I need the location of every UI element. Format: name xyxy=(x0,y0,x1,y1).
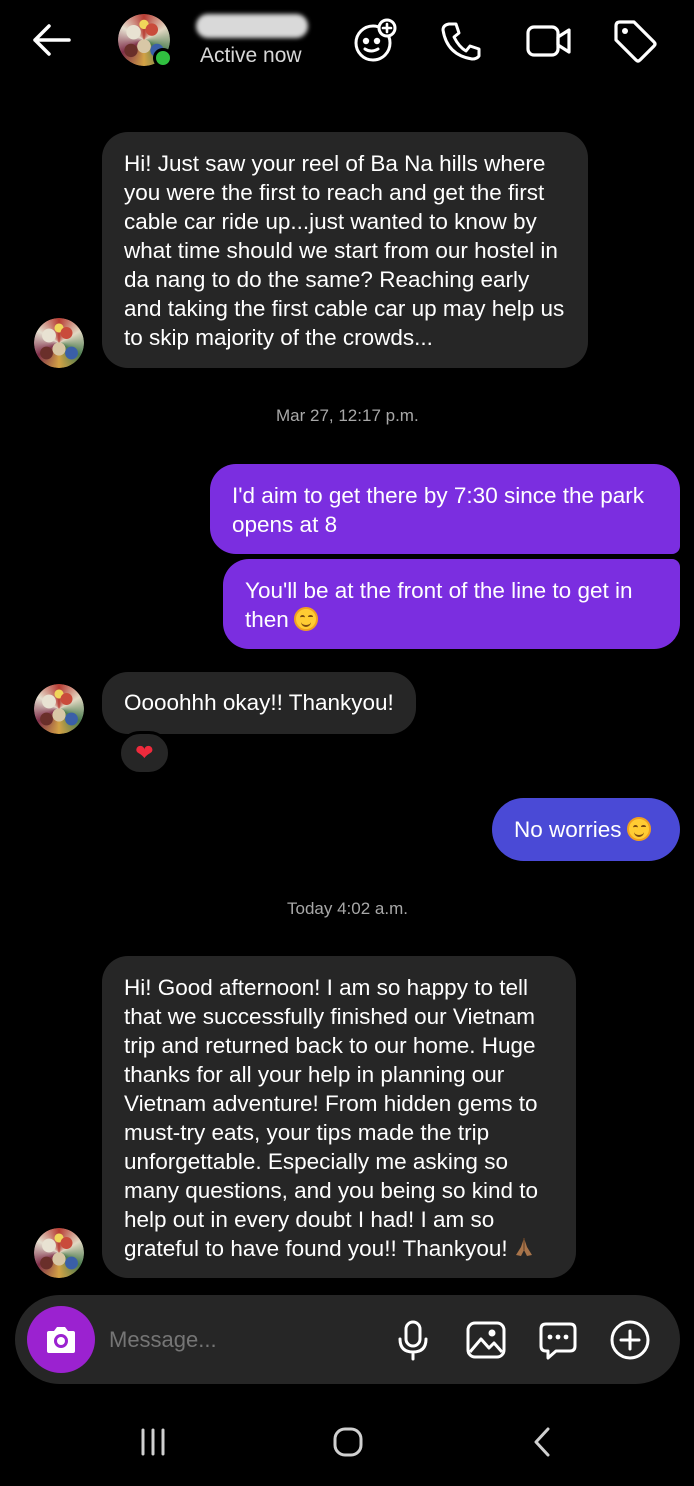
camera-icon xyxy=(47,1326,75,1353)
incoming-message[interactable]: Oooohhh okay!! Thankyou! xyxy=(102,672,416,734)
active-status: Active now xyxy=(200,44,302,67)
chat-screen: Active now Hi! Just saw your reel of Ba … xyxy=(0,0,694,1486)
system-navigation-bar xyxy=(0,1396,694,1486)
outgoing-message[interactable]: I'd aim to get there by 7:30 since the p… xyxy=(210,464,680,554)
message-text: Hi! Just saw your reel of Ba Na hills wh… xyxy=(124,151,565,350)
gallery-button[interactable] xyxy=(463,1317,509,1363)
system-back-button[interactable] xyxy=(512,1420,572,1464)
back-button[interactable] xyxy=(26,18,76,62)
gallery-icon xyxy=(466,1321,506,1359)
message-text: Hi! Good afternoon! I am so happy to tel… xyxy=(124,975,539,1261)
timestamp: Mar 27, 12:17 p.m. xyxy=(276,406,419,425)
recent-apps-button[interactable] xyxy=(123,1420,183,1464)
effects-button[interactable] xyxy=(350,16,400,66)
phone-icon xyxy=(441,22,481,61)
message-composer xyxy=(15,1295,680,1384)
microphone-icon xyxy=(398,1320,428,1361)
message-input[interactable] xyxy=(109,1323,389,1357)
plus-icon xyxy=(610,1320,650,1360)
timestamp: Today 4:02 a.m. xyxy=(287,899,408,918)
chat-header: Active now xyxy=(0,0,694,88)
heart-icon: ❤ xyxy=(135,740,154,765)
voice-message-button[interactable] xyxy=(390,1317,436,1363)
folded-hands-emoji xyxy=(515,1238,532,1256)
heart-reaction[interactable]: ❤ xyxy=(118,731,171,775)
message-text: Oooohhh okay!! Thankyou! xyxy=(124,690,394,715)
back-icon xyxy=(534,1427,550,1457)
outgoing-message[interactable]: You'll be at the front of the line to ge… xyxy=(223,559,680,649)
outgoing-message[interactable]: No worries xyxy=(492,798,680,861)
home-icon xyxy=(333,1427,363,1457)
sticker-icon xyxy=(539,1322,577,1360)
message-text: No worries xyxy=(514,817,622,842)
video-camera-icon xyxy=(526,25,571,57)
contact-name-redacted[interactable] xyxy=(196,14,308,38)
message-text: I'd aim to get there by 7:30 since the p… xyxy=(232,483,645,537)
smiling-face-emoji xyxy=(626,817,651,841)
voice-call-button[interactable] xyxy=(436,16,486,66)
sender-avatar[interactable] xyxy=(34,1228,84,1278)
video-call-button[interactable] xyxy=(524,16,574,66)
effects-icon xyxy=(354,18,397,62)
incoming-message[interactable]: Hi! Just saw your reel of Ba Na hills wh… xyxy=(102,132,588,368)
online-status-dot xyxy=(153,48,173,68)
back-arrow-icon xyxy=(33,24,71,56)
tag-icon xyxy=(614,20,657,63)
smiling-face-emoji xyxy=(293,607,318,631)
incoming-message[interactable]: Hi! Good afternoon! I am so happy to tel… xyxy=(102,956,576,1278)
camera-button[interactable] xyxy=(27,1306,95,1373)
more-options-button[interactable] xyxy=(607,1317,653,1363)
sender-avatar[interactable] xyxy=(34,318,84,368)
recent-apps-icon xyxy=(141,1428,165,1456)
tag-button[interactable] xyxy=(610,16,660,66)
sticker-button[interactable] xyxy=(535,1317,581,1363)
sender-avatar[interactable] xyxy=(34,684,84,734)
home-button[interactable] xyxy=(318,1420,378,1464)
